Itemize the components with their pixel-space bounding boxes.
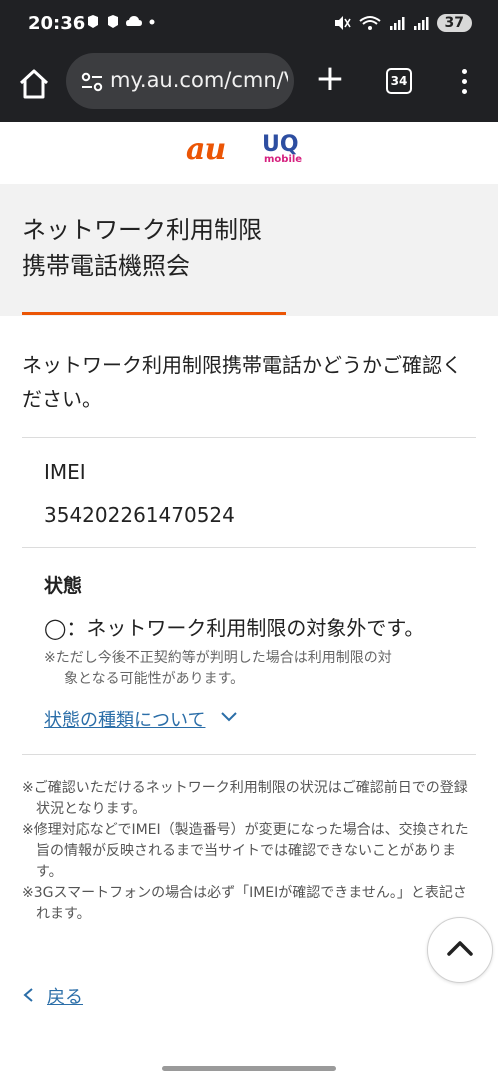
- chevron-up-icon: [447, 941, 473, 956]
- notification-icons: [86, 14, 156, 34]
- notification-app-icons: [88, 15, 155, 28]
- note-item: ※修理対応などでIMEI（製造番号）が変更になった場合は、交換された旨の情報が反…: [22, 822, 469, 880]
- tab-switcher-button[interactable]: 34: [386, 68, 412, 94]
- gesture-nav-bar[interactable]: [162, 1066, 336, 1071]
- notes-list: ※ご確認いただけるネットワーク利用制限の状況はご確認前日での登録状況となります。…: [22, 778, 478, 925]
- signal-icon: [389, 17, 405, 30]
- status-note: ※ただし今後不正契約等が判明した場合は利用制限の対 象となる可能性があります。: [44, 648, 454, 690]
- status-time: 20:36: [28, 13, 86, 34]
- uq-logo-text: UQ: [262, 132, 299, 157]
- status-right: 37: [333, 14, 472, 32]
- page-title-line1: ネットワーク利用制限: [22, 216, 262, 244]
- divider: [22, 547, 476, 548]
- chevron-down-icon[interactable]: [220, 710, 238, 724]
- browser-toolbar: my.au.com/cmn/V + 34: [0, 50, 498, 122]
- status-note-line2: 象となる可能性があります。: [64, 671, 245, 687]
- home-icon[interactable]: [16, 66, 52, 102]
- status-bar: 20:36 37: [0, 0, 498, 50]
- uq-logo-subtext: mobile: [264, 154, 303, 165]
- battery-indicator: 37: [436, 14, 472, 32]
- url-text[interactable]: my.au.com/cmn/V: [110, 68, 288, 92]
- uq-mobile-logo[interactable]: UQ mobile: [262, 134, 306, 170]
- intro-text: ネットワーク利用制限携帯電話かどうかご確認ください。: [22, 353, 462, 411]
- scroll-to-top-button[interactable]: [427, 917, 493, 983]
- page-title-line2: 携帯電話機照会: [22, 252, 190, 280]
- page-title: ネットワーク利用制限 携帯電話機照会: [22, 212, 262, 284]
- brand-header: au UQ mobile: [0, 122, 498, 184]
- address-bar[interactable]: my.au.com/cmn/V: [66, 53, 294, 109]
- imei-label: IMEI: [44, 460, 86, 484]
- more-menu-icon[interactable]: [456, 66, 472, 96]
- site-settings-icon[interactable]: [80, 70, 104, 94]
- status-heading: 状態: [44, 575, 83, 597]
- wifi-icon: [358, 16, 381, 30]
- status-result: ◯：ネットワーク利用制限の対象外です。: [44, 616, 425, 640]
- title-underline: [22, 312, 286, 315]
- note-item: ※ご確認いただけるネットワーク利用制限の状況はご確認前日での登録状況となります。: [22, 780, 468, 817]
- status-types-link[interactable]: 状態の種類について: [44, 706, 205, 732]
- divider: [22, 437, 476, 438]
- new-tab-icon[interactable]: +: [314, 61, 346, 97]
- back-link-label[interactable]: 戻る: [47, 983, 83, 1009]
- signal-icon-2: [413, 17, 429, 30]
- imei-value: 354202261470524: [44, 503, 235, 527]
- status-note-line1: ※ただし今後不正契約等が判明した場合は利用制限の対: [44, 650, 392, 666]
- mute-icon: [334, 16, 351, 30]
- divider: [22, 754, 476, 755]
- note-item: ※3Gスマートフォンの場合は必ず「IMEIが確認できません。」と表記されます。: [22, 885, 467, 922]
- title-section: ネットワーク利用制限 携帯電話機照会: [0, 184, 498, 316]
- chevron-left-icon: [23, 988, 33, 1002]
- au-logo[interactable]: au: [186, 132, 226, 167]
